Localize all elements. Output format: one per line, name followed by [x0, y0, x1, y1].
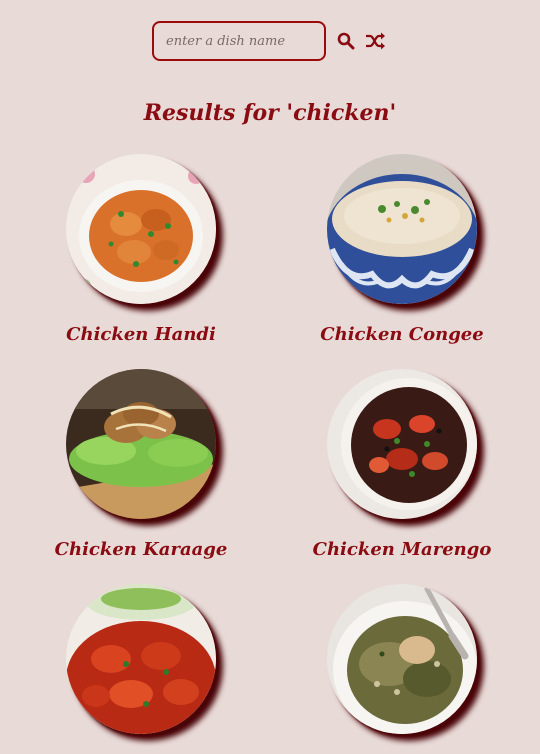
shuffle-icon	[366, 32, 385, 50]
search-bar	[152, 21, 386, 61]
shuffle-button[interactable]	[364, 30, 386, 52]
recipe-card[interactable]: Chicken Marengo	[272, 369, 532, 560]
recipe-image[interactable]	[327, 154, 477, 304]
recipe-title[interactable]: Chicken Marengo	[272, 539, 532, 560]
recipe-card[interactable]: Chicken Handi	[11, 154, 271, 345]
recipe-image[interactable]	[327, 584, 477, 734]
recipe-title[interactable]: Chicken Handi	[11, 324, 271, 345]
recipe-title[interactable]: Chicken Karaage	[11, 539, 271, 560]
recipe-image[interactable]	[327, 369, 477, 519]
search-button[interactable]	[335, 30, 357, 52]
recipe-card[interactable]	[272, 584, 532, 754]
recipe-card[interactable]: Chicken Karaage	[11, 369, 271, 560]
recipe-image[interactable]	[66, 584, 216, 734]
recipe-card[interactable]: Chicken Congee	[272, 154, 532, 345]
recipe-image[interactable]	[66, 154, 216, 304]
recipe-image[interactable]	[66, 369, 216, 519]
recipe-card[interactable]	[11, 584, 271, 754]
search-icon	[337, 32, 355, 50]
recipe-title[interactable]: Chicken Congee	[272, 324, 532, 345]
results-title: Results for 'chicken'	[143, 100, 397, 126]
search-input[interactable]	[152, 21, 326, 61]
